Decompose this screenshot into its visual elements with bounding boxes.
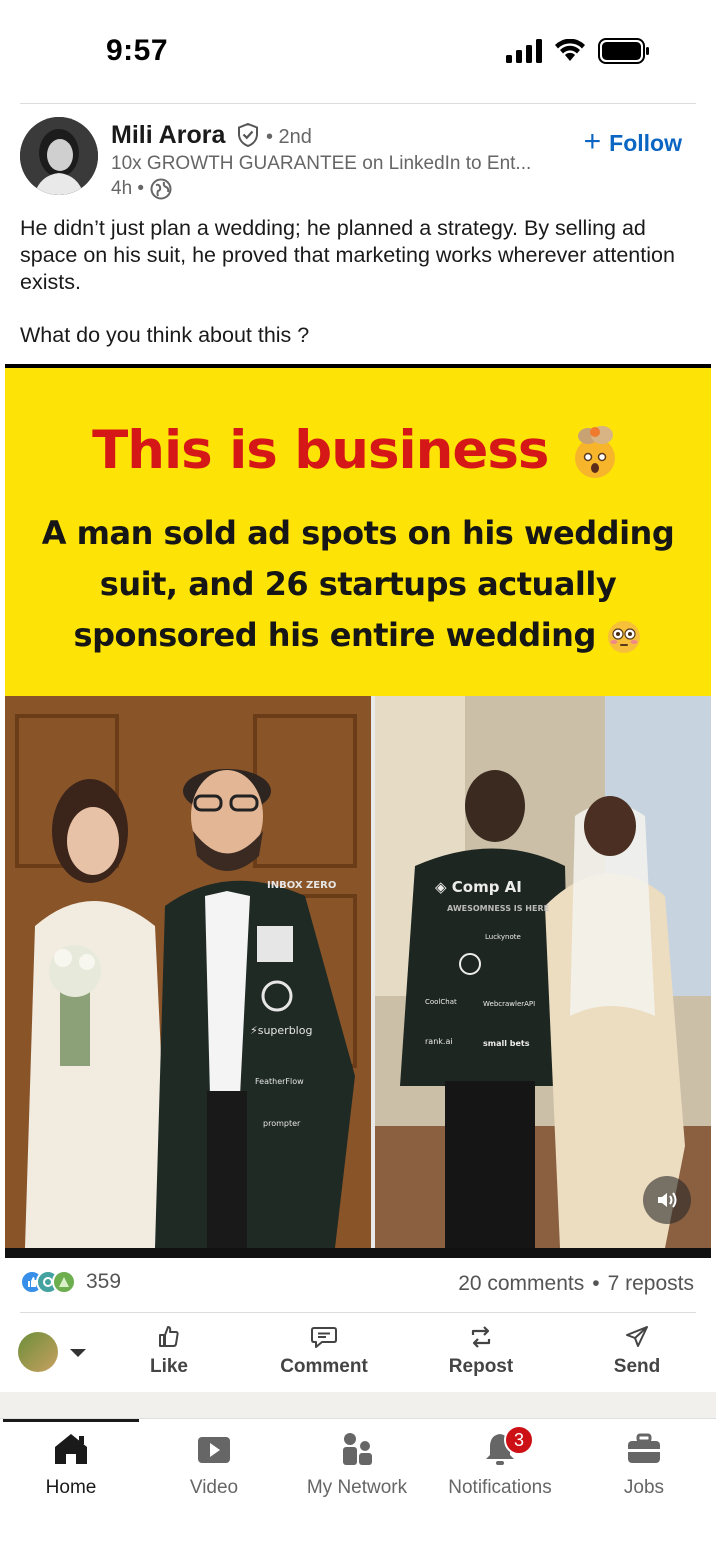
battery-icon	[598, 38, 649, 64]
comment-button[interactable]: Comment	[269, 1324, 379, 1378]
nav-video[interactable]: Video	[144, 1431, 284, 1499]
banner-subtitle-line-2: suit, and 26 startups actually	[99, 565, 617, 603]
reaction-icons	[20, 1270, 76, 1294]
video-icon	[198, 1437, 230, 1463]
plus-icon: +	[583, 125, 602, 158]
post-actions-bar: Like Comment Repost Send	[0, 1322, 716, 1384]
nav-home-label: Home	[45, 1477, 97, 1498]
suit-logo-featherflow: FeatherFlow	[255, 1077, 304, 1086]
connection-degree: • 2nd	[266, 126, 312, 148]
nav-notifications[interactable]: 3 Notifications	[430, 1425, 570, 1499]
suit-logo-webcrawlerapi: WebcrawlerAPI	[483, 1000, 535, 1008]
suit-logo-luckynote: Luckynote	[485, 933, 521, 941]
photo-couple-back: ◈ Comp AI AWESOMNESS IS HERE Luckynote C…	[375, 696, 711, 1248]
repost-icon	[471, 1326, 491, 1348]
briefcase-icon	[628, 1433, 660, 1463]
bottom-nav: Home Video My Network 3 Notifications Jo…	[0, 1418, 716, 1555]
reactions-summary[interactable]: 359	[20, 1270, 121, 1294]
post-question: What do you think about this ?	[20, 323, 310, 347]
status-time: 9:57	[106, 34, 169, 67]
banner-subtitle: A man sold ad spots on his wedding suit,…	[35, 508, 681, 661]
banner-title-text: This is business	[92, 420, 549, 481]
nav-home[interactable]: Home	[1, 1431, 141, 1499]
nav-notifications-label: Notifications	[448, 1477, 552, 1498]
home-icon	[55, 1434, 87, 1464]
self-avatar[interactable]	[18, 1332, 58, 1372]
actions-divider	[20, 1312, 696, 1313]
post-text: He didn’t just plan a wedding; he planne…	[20, 216, 675, 294]
comments-count[interactable]: 20 comments	[458, 1272, 584, 1296]
like-button[interactable]: Like	[114, 1324, 224, 1378]
nav-jobs[interactable]: Jobs	[574, 1431, 714, 1499]
chevron-down-icon[interactable]	[70, 1349, 86, 1357]
post-time-row: 4h •	[111, 178, 172, 200]
follow-button[interactable]: + Follow	[583, 125, 682, 158]
like-label: Like	[149, 1356, 189, 1377]
send-label: Send	[613, 1356, 661, 1377]
nav-video-label: Video	[189, 1477, 239, 1498]
send-icon	[626, 1326, 648, 1347]
follow-label: Follow	[609, 130, 682, 156]
send-button[interactable]: Send	[582, 1324, 692, 1378]
comment-label: Comment	[280, 1356, 368, 1377]
post-time: 4h •	[111, 178, 145, 199]
stats-separator: •	[592, 1272, 600, 1295]
suit-logo-awesomness: AWESOMNESS IS HERE	[447, 904, 549, 913]
repost-button[interactable]: Repost	[426, 1324, 536, 1378]
nav-my-network[interactable]: My Network	[287, 1431, 427, 1499]
wifi-icon	[555, 39, 585, 61]
photo-couple-front: INBOX ZERO ⚡superblog FeatherFlow prompt…	[5, 696, 371, 1248]
suit-logo-superblog: ⚡superblog	[250, 1024, 312, 1037]
banner-subtitle-line-3-text: sponsored his entire wedding	[73, 616, 597, 654]
suit-logo-rank-ai: rank.ai	[425, 1037, 453, 1046]
top-divider	[20, 103, 696, 104]
banner-subtitle-line-1: A man sold ad spots on his wedding	[41, 514, 675, 552]
comment-repost-stats: 20 comments • 7 reposts	[458, 1272, 694, 1296]
suit-logo-inbox-zero: INBOX ZERO	[267, 880, 336, 891]
author-headline: 10x GROWTH GUARANTEE on LinkedIn to Ent.…	[111, 153, 532, 174]
notifications-badge: 3	[504, 1425, 534, 1455]
flushed-face-emoji-icon	[608, 621, 641, 653]
suit-logo-coolchat: CoolChat	[425, 998, 457, 1006]
exploding-head-emoji-icon	[574, 426, 615, 479]
media-banner: This is business A man sold ad spots on …	[5, 368, 711, 696]
repost-label: Repost	[448, 1356, 514, 1377]
status-bar: 9:57	[0, 0, 716, 100]
thumbs-up-icon	[159, 1326, 179, 1347]
suit-logo-small-bets: small bets	[483, 1039, 530, 1048]
sound-toggle-button[interactable]	[643, 1176, 691, 1224]
comment-icon	[311, 1327, 337, 1348]
nav-my-network-label: My Network	[306, 1477, 408, 1498]
author-name[interactable]: Mili Arora	[111, 121, 225, 150]
reposts-count[interactable]: 7 reposts	[608, 1272, 694, 1296]
network-icon	[343, 1433, 372, 1465]
post-media[interactable]: This is business A man sold ad spots on …	[5, 364, 711, 1258]
suit-logo-comp-ai: ◈ Comp AI	[435, 878, 522, 896]
banner-subtitle-line-3: sponsored his entire wedding	[35, 610, 681, 661]
support-reaction-icon	[52, 1270, 76, 1294]
feed-separator	[0, 1392, 716, 1418]
nav-active-indicator	[3, 1419, 139, 1422]
globe-icon	[150, 178, 172, 200]
banner-title: This is business	[5, 420, 711, 482]
nav-jobs-label: Jobs	[623, 1477, 665, 1498]
cellular-signal-icon	[506, 39, 542, 63]
author-avatar[interactable]	[20, 117, 98, 195]
verified-shield-icon	[238, 122, 258, 148]
suit-logo-prompter: prompter	[263, 1119, 301, 1128]
speaker-icon	[658, 1192, 677, 1208]
status-icons	[506, 38, 650, 64]
reaction-count: 359	[86, 1270, 122, 1293]
